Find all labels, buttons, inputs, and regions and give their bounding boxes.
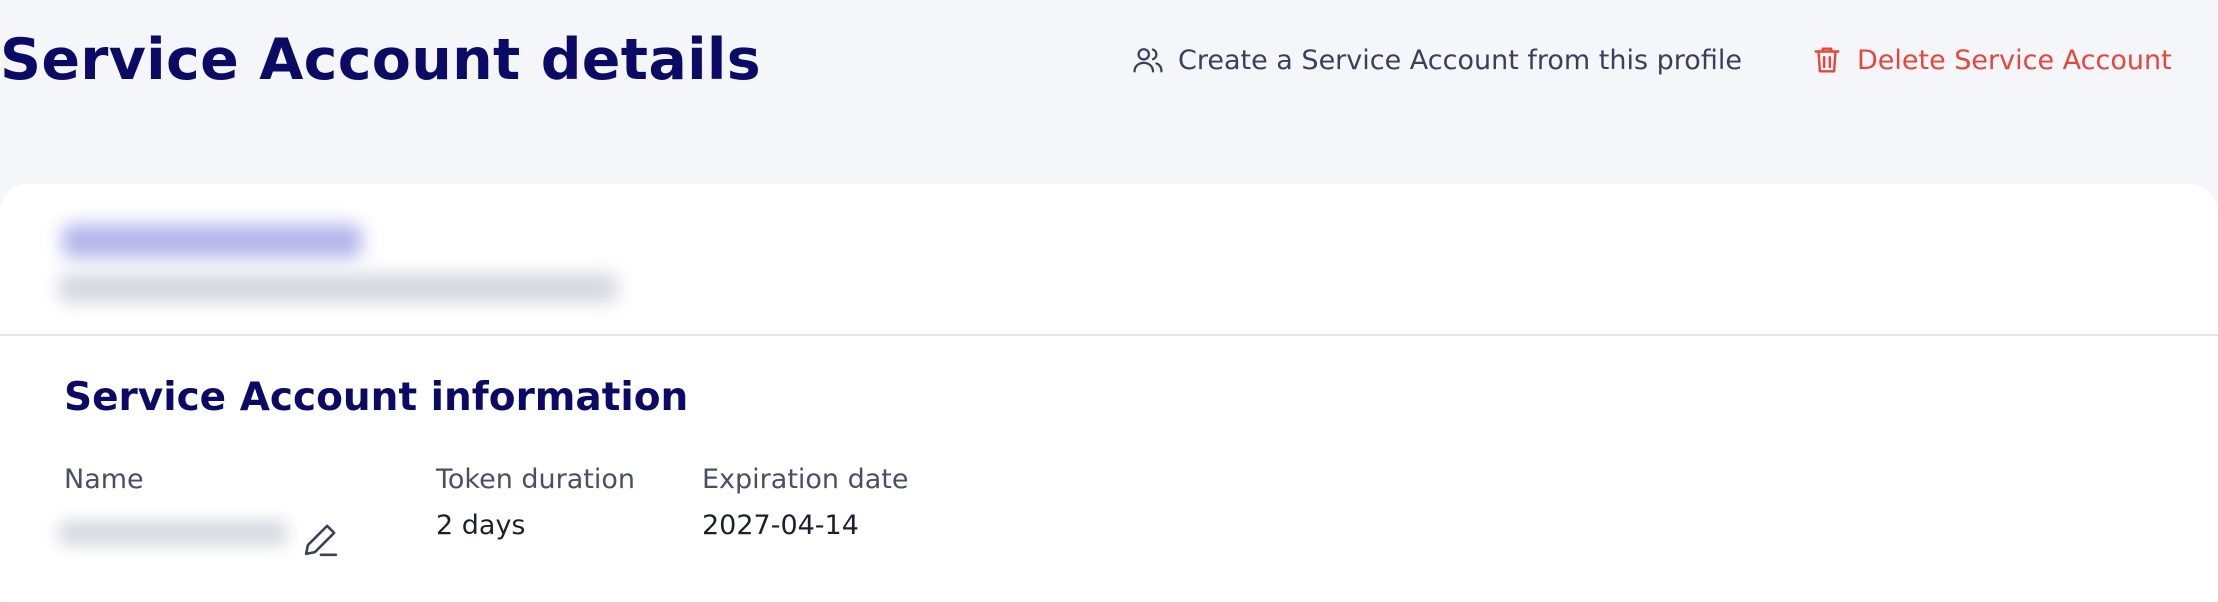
section-title: Service Account information [64,375,689,420]
pencil-icon [300,518,342,560]
create-service-account-from-profile-button[interactable]: Create a Service Account from this profi… [1131,40,1742,80]
name-label: Name [64,464,144,495]
expiration-date-label: Expiration date [702,464,909,495]
token-duration-value: 2 days [436,510,526,541]
page-title: Service Account details [0,27,761,93]
service-account-details-page: Service Account details Create a Service… [0,0,2218,602]
redacted-account-subtitle [58,274,618,302]
delete-service-account-label: Delete Service Account [1857,44,2172,76]
service-account-card: Service Account information Name Token d… [0,184,2218,602]
users-icon [1131,43,1165,77]
edit-name-button[interactable] [300,518,342,560]
create-service-account-label: Create a Service Account from this profi… [1178,44,1742,76]
redacted-account-name [62,224,362,258]
delete-service-account-button[interactable]: Delete Service Account [1810,40,2172,80]
card-divider [0,334,2218,336]
trash-icon [1810,43,1844,77]
expiration-date-value: 2027-04-14 [702,510,859,541]
token-duration-label: Token duration [436,464,636,495]
redacted-name-value [58,520,288,546]
